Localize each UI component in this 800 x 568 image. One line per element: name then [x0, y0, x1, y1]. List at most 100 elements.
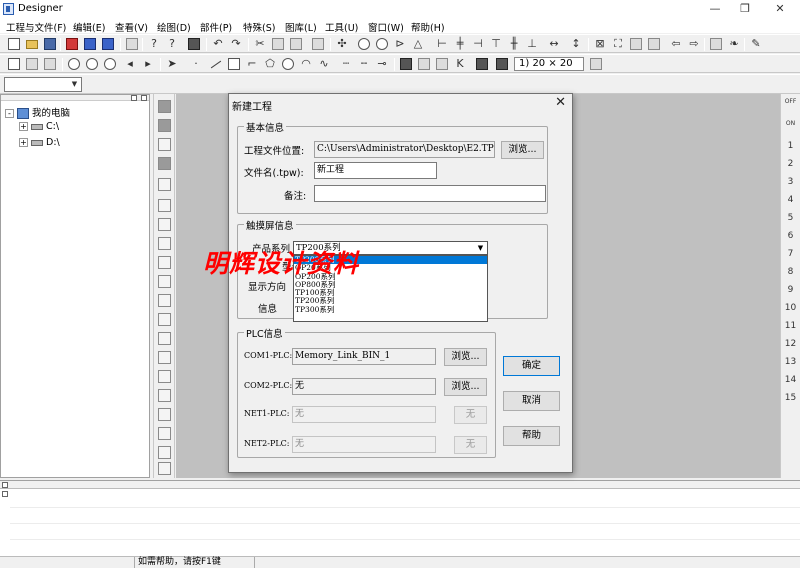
layer-11[interactable]: 11: [781, 321, 800, 331]
align-left-icon[interactable]: ⊢: [436, 38, 448, 50]
same-size-icon[interactable]: ⊠: [594, 38, 606, 50]
dash-dot-icon[interactable]: ╌: [358, 58, 370, 70]
part-button-11[interactable]: [158, 294, 171, 307]
redo-icon[interactable]: ↷: [230, 38, 242, 50]
new-file-icon[interactable]: [8, 38, 20, 50]
part-button-15[interactable]: [158, 370, 171, 383]
back-icon[interactable]: ⇦: [670, 38, 682, 50]
polygon-tool-icon[interactable]: ⬠: [264, 58, 276, 70]
eraser-icon[interactable]: [312, 38, 324, 50]
download-icon[interactable]: [66, 38, 78, 50]
line-tool-icon[interactable]: [210, 60, 222, 69]
series-option[interactable]: TP300系列: [294, 305, 487, 314]
layer-9[interactable]: 9: [781, 285, 800, 295]
group-icon[interactable]: [630, 38, 642, 50]
part-button-7[interactable]: [158, 218, 171, 231]
panel-float-button[interactable]: [131, 95, 137, 101]
compile-icon[interactable]: [84, 38, 96, 50]
arc-tool-icon[interactable]: ◠: [300, 58, 312, 70]
layer-3[interactable]: 3: [781, 177, 800, 187]
background-icon[interactable]: [496, 58, 508, 70]
layer-4[interactable]: 4: [781, 195, 800, 205]
layer-6[interactable]: 6: [781, 231, 800, 241]
browse-com2-button[interactable]: 浏览...: [444, 378, 487, 396]
save-icon[interactable]: [44, 38, 56, 50]
help-button[interactable]: 帮助: [503, 426, 560, 446]
part-button-1[interactable]: [158, 100, 171, 113]
close-button[interactable]: ✕: [765, 1, 795, 16]
output-close-button[interactable]: [2, 482, 8, 488]
tree-item-my-computer[interactable]: - 我的电脑: [5, 105, 70, 119]
layer-12[interactable]: 12: [781, 339, 800, 349]
same-height-icon[interactable]: ↕: [570, 38, 582, 50]
next-screen-icon[interactable]: ▸: [142, 58, 154, 70]
menu-special[interactable]: 特殊(S): [243, 20, 275, 34]
center-icon[interactable]: ✣: [336, 38, 348, 50]
curve-tool-icon[interactable]: ∿: [318, 58, 330, 70]
rotate-icon[interactable]: [358, 38, 370, 50]
select-arrow-icon[interactable]: ➤: [166, 58, 178, 70]
pattern-icon[interactable]: [418, 58, 430, 70]
grid-icon[interactable]: [590, 58, 602, 70]
text-k-icon[interactable]: K: [454, 58, 466, 70]
part-button-9[interactable]: [158, 256, 171, 269]
part-button-12[interactable]: [158, 313, 171, 326]
menu-parts[interactable]: 部件(P): [200, 20, 232, 34]
layer-13[interactable]: 13: [781, 357, 800, 367]
menu-view[interactable]: 查看(V): [115, 20, 148, 34]
simulate-icon[interactable]: [102, 38, 114, 50]
part-button-17[interactable]: [158, 408, 171, 421]
picture-icon[interactable]: [710, 38, 722, 50]
menu-window[interactable]: 窗口(W): [368, 20, 404, 34]
browse-com1-button[interactable]: 浏览...: [444, 348, 487, 366]
save-screen-icon[interactable]: [26, 58, 38, 70]
com2-field[interactable]: 无: [292, 378, 436, 395]
paste-icon[interactable]: [290, 38, 302, 50]
bitmap-icon[interactable]: [436, 58, 448, 70]
scale-tool-icon[interactable]: ⊸: [376, 58, 388, 70]
layer-10[interactable]: 10: [781, 303, 800, 313]
align-bottom-icon[interactable]: ⊥: [526, 38, 538, 50]
layer-2[interactable]: 2: [781, 159, 800, 169]
tree-item-c-drive[interactable]: + C:\: [19, 121, 59, 135]
open-folder-icon[interactable]: [26, 40, 38, 49]
polyline-tool-icon[interactable]: ⌐: [246, 58, 258, 70]
layer-15[interactable]: 15: [781, 393, 800, 403]
part-button-16[interactable]: [158, 389, 171, 402]
note-field[interactable]: [314, 185, 546, 202]
flip-horizontal-icon[interactable]: ⊳: [394, 38, 406, 50]
record-icon[interactable]: [104, 58, 116, 70]
layer-5[interactable]: 5: [781, 213, 800, 223]
print-icon[interactable]: [126, 38, 138, 50]
expand-icon[interactable]: +: [19, 122, 28, 131]
com1-field[interactable]: Memory_Link_BIN_1: [292, 348, 436, 365]
forward-icon[interactable]: ⇨: [688, 38, 700, 50]
cut-icon[interactable]: ✂: [254, 38, 266, 50]
undo-icon[interactable]: ↶: [212, 38, 224, 50]
bulb-icon[interactable]: ?: [148, 38, 160, 50]
copy-icon[interactable]: [272, 38, 284, 50]
fill-icon[interactable]: [400, 58, 412, 70]
menu-edit[interactable]: 编辑(E): [73, 20, 105, 34]
chevron-down-icon[interactable]: ▼: [68, 78, 81, 91]
part-button-13[interactable]: [158, 332, 171, 345]
fit-icon[interactable]: ⛶: [612, 38, 624, 50]
chevron-down-icon[interactable]: ▼: [475, 243, 486, 253]
name-field[interactable]: 新工程: [314, 162, 437, 179]
tree-item-d-drive[interactable]: + D:\: [19, 137, 60, 151]
pen-icon[interactable]: ✎: [750, 38, 762, 50]
cancel-button[interactable]: 取消: [503, 391, 560, 411]
panel-close-button[interactable]: [141, 95, 147, 101]
layer-14[interactable]: 14: [781, 375, 800, 385]
part-button-4[interactable]: [158, 157, 171, 170]
part-button-19[interactable]: [158, 446, 171, 459]
part-button-3[interactable]: [158, 138, 171, 151]
part-button-8[interactable]: [158, 237, 171, 250]
layer-8[interactable]: 8: [781, 267, 800, 277]
collapse-icon[interactable]: -: [5, 109, 14, 118]
output-pin-button[interactable]: [2, 491, 8, 497]
align-top-icon[interactable]: ⊤: [490, 38, 502, 50]
prev-screen-icon[interactable]: ◂: [124, 58, 136, 70]
foreground-icon[interactable]: [476, 58, 488, 70]
menu-library[interactable]: 图库(L): [285, 20, 317, 34]
